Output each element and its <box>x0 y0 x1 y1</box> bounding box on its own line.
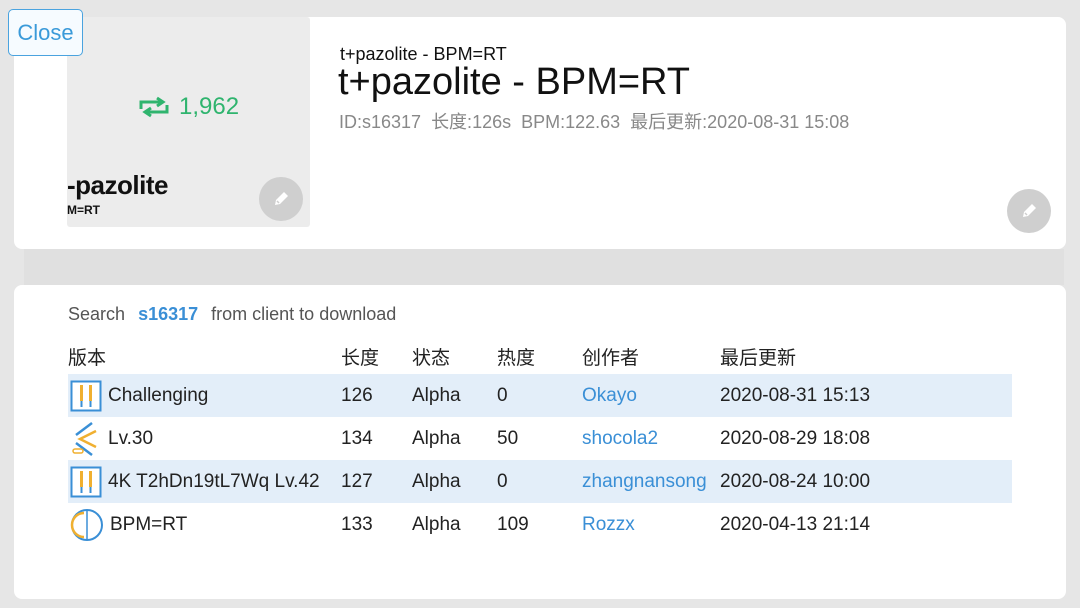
status-cell: Alpha <box>412 427 461 449</box>
cover-edit-button[interactable] <box>259 177 303 221</box>
search-suffix: from client to download <box>211 304 397 324</box>
creator-link[interactable]: zhangnansong <box>582 460 720 503</box>
pencil-icon <box>1023 204 1036 217</box>
song-bpm: BPM:122.63 <box>521 112 621 132</box>
song-id: ID:s16317 <box>339 112 422 132</box>
length-cell: 133 <box>341 513 373 535</box>
column-updated: 最后更新 <box>720 347 797 369</box>
repost-icon <box>139 96 169 118</box>
column-heat: 热度 <box>497 347 536 369</box>
version-name[interactable]: 4K T2hDn19tL7Wq Lv.42 <box>108 471 320 493</box>
versions-table: 版本 长度 状态 热度 创作者 最后更新 Challenging 126 Alp <box>68 338 1012 546</box>
cover-subtitle: M=RT <box>67 203 100 217</box>
updated-cell: 2020-04-13 21:14 <box>720 513 871 535</box>
heat-cell: 0 <box>497 374 582 417</box>
header-edit-button[interactable] <box>1007 189 1051 233</box>
status-cell: Alpha <box>412 513 461 535</box>
song-meta: ID:s16317 长度:126s BPM:122.63 最后更新:2020-08-3… <box>339 108 859 134</box>
table-row[interactable]: Challenging 126 Alpha 0 Okayo 2020-08-31… <box>68 374 1012 417</box>
repost-count-value: 1,962 <box>179 93 240 120</box>
length-cell: 127 <box>341 460 412 503</box>
column-length: 长度 <box>341 347 380 369</box>
song-updated: 最后更新:2020-08-31 15:08 <box>630 112 850 132</box>
chevron-lanes-icon <box>72 421 97 456</box>
page-title: t+pazolite - BPM=RT <box>338 61 691 103</box>
column-creator: 创作者 <box>582 347 640 369</box>
separator-band <box>24 249 1064 285</box>
updated-cell: 2020-08-31 15:13 <box>720 374 1012 417</box>
piano-key-icon <box>70 380 102 411</box>
creator-link[interactable]: shocola2 <box>582 417 720 460</box>
version-name[interactable]: Challenging <box>108 385 208 407</box>
creator-link[interactable]: Okayo <box>582 374 720 417</box>
pencil-icon <box>275 192 288 205</box>
heat-cell: 50 <box>497 427 519 449</box>
table-header-row: 版本 长度 状态 热度 创作者 最后更新 <box>68 338 1012 374</box>
heat-cell: 0 <box>497 460 582 503</box>
table-row[interactable]: Lv.30 134 Alpha 50 shocola2 2020-08-29 1… <box>68 417 1012 460</box>
status-cell: Alpha <box>412 460 497 503</box>
updated-cell: 2020-08-24 10:00 <box>720 460 1012 503</box>
search-prefix: Search <box>68 304 126 324</box>
version-name[interactable]: Lv.30 <box>108 428 153 450</box>
search-hint: Search s16317 from client to download <box>68 304 396 325</box>
updated-cell: 2020-08-29 18:08 <box>720 427 871 449</box>
heat-cell: 109 <box>497 513 529 535</box>
repost-count: 1,962 <box>137 93 239 121</box>
versions-card: Search s16317 from client to download 版本… <box>14 285 1066 599</box>
version-name[interactable]: BPM=RT <box>110 514 187 536</box>
column-status: 状态 <box>412 347 451 369</box>
cover-art: 1,962 -pazolite M=RT <box>67 17 310 227</box>
status-cell: Alpha <box>412 374 497 417</box>
creator-link[interactable]: Rozzx <box>582 503 720 546</box>
column-version: 版本 <box>68 347 107 369</box>
circle-ring-icon <box>70 508 103 541</box>
length-cell: 134 <box>341 427 373 449</box>
song-header-card: 1,962 -pazolite M=RT t+pazolite - BPM=RT… <box>14 17 1066 249</box>
cover-title: -pazolite <box>67 170 168 200</box>
table-row[interactable]: BPM=RT 133 Alpha 109 Rozzx 2020-04-13 21… <box>68 503 1012 546</box>
song-length: 长度:126s <box>431 112 512 132</box>
search-song-id[interactable]: s16317 <box>138 304 198 324</box>
piano-key-icon <box>70 466 102 497</box>
close-button[interactable]: Close <box>8 9 83 56</box>
table-row[interactable]: 4K T2hDn19tL7Wq Lv.42 127 Alpha 0 zhangn… <box>68 460 1012 503</box>
length-cell: 126 <box>341 374 412 417</box>
